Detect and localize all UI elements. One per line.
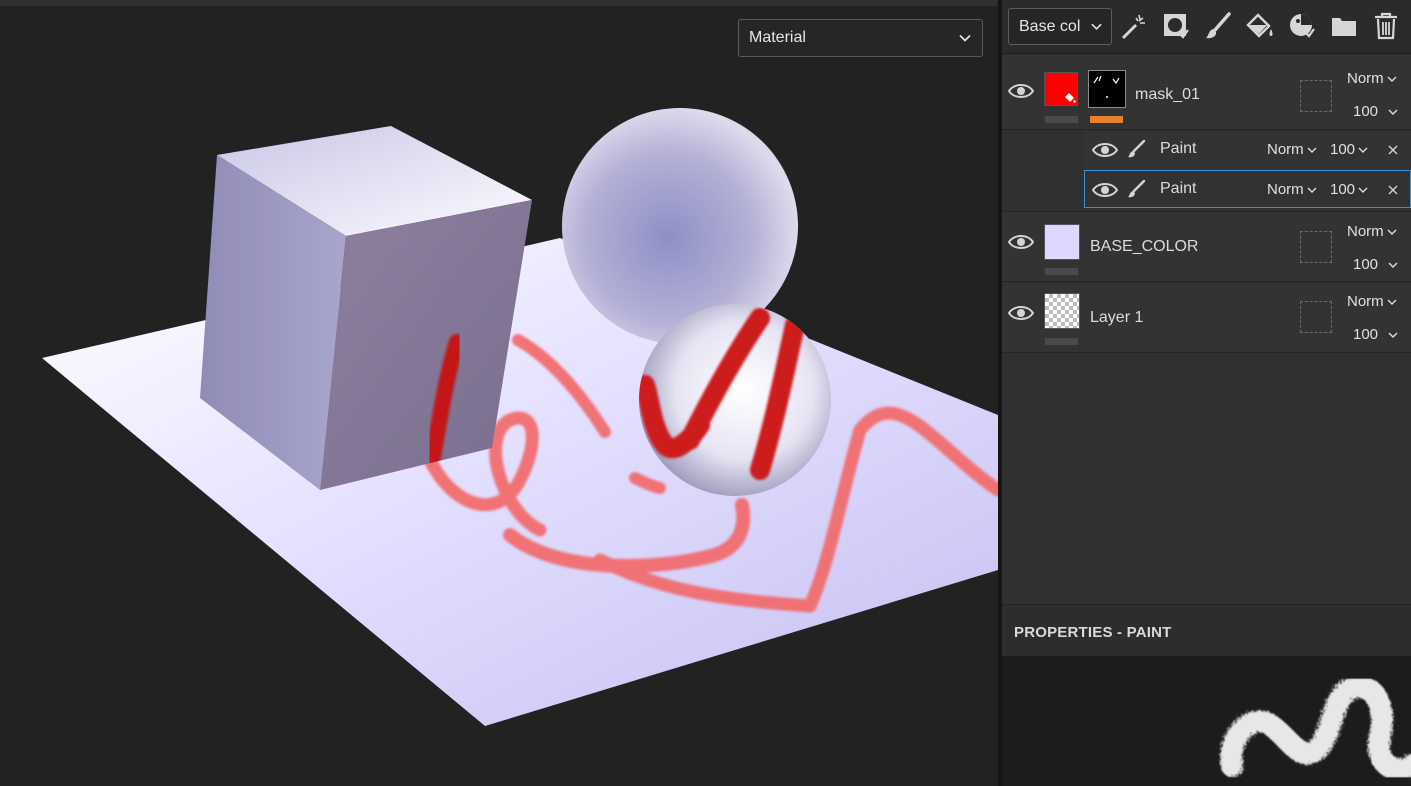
eye-icon[interactable] — [1092, 181, 1118, 199]
thumbnail-underline — [1045, 338, 1078, 345]
eye-icon[interactable] — [1008, 233, 1034, 251]
eye-icon[interactable] — [1008, 304, 1034, 322]
opacity-dropdown[interactable]: 100 — [1353, 256, 1398, 273]
layer-row-base-color[interactable]: BASE_COLOR Norm 100 — [1002, 211, 1411, 282]
trash-icon[interactable] — [1371, 11, 1401, 41]
opacity-value: 100 — [1353, 256, 1379, 273]
blend-mode-value: Norm — [1347, 223, 1384, 240]
layer-name: BASE_COLOR — [1090, 238, 1199, 255]
blend-mode-dropdown[interactable]: Norm — [1347, 70, 1397, 87]
chevron-down-icon — [1388, 109, 1398, 116]
layer-name: mask_01 — [1135, 86, 1200, 103]
properties-header: PROPERTIES - PAINT — [1002, 604, 1411, 656]
blend-mode-dropdown[interactable]: Norm — [1347, 223, 1397, 240]
opacity-value: 100 — [1330, 181, 1356, 198]
mask01-color-thumbnail[interactable] — [1044, 72, 1078, 106]
eye-icon[interactable] — [1092, 141, 1118, 159]
chevron-down-icon — [1358, 147, 1368, 154]
sublayer-paint-2[interactable]: Paint Norm 100 — [1084, 170, 1411, 208]
mask-active-indicator — [1090, 116, 1123, 123]
blend-mode-value: Norm — [1267, 141, 1304, 158]
close-icon[interactable] — [1387, 184, 1399, 196]
opacity-value: 100 — [1353, 326, 1379, 343]
thumbnail-underline — [1045, 268, 1078, 275]
mask-icon[interactable] — [1161, 11, 1191, 41]
brush-stroke-preview — [1002, 656, 1411, 786]
smart-material-icon[interactable] — [1287, 11, 1317, 41]
opacity-dropdown[interactable]: 100 — [1330, 141, 1368, 158]
brush-stroke — [1220, 675, 1411, 781]
sublayer-name: Paint — [1160, 140, 1197, 157]
chevron-down-icon — [1388, 332, 1398, 339]
close-icon[interactable] — [1387, 144, 1399, 156]
3d-scene[interactable] — [0, 0, 998, 786]
layer-row-mask01[interactable]: mask_01 Norm 100 — [1002, 55, 1411, 130]
chevron-down-icon — [1307, 147, 1317, 154]
brush-icon — [1128, 139, 1146, 158]
sublayer-paint-1[interactable]: Paint Norm 100 — [1084, 131, 1411, 169]
brush-icon[interactable] — [1203, 11, 1233, 41]
layer-effect-slot[interactable] — [1300, 301, 1332, 333]
magic-wand-icon[interactable] — [1119, 11, 1149, 41]
blend-mode-value: Norm — [1347, 293, 1384, 310]
chevron-down-icon — [1358, 187, 1368, 194]
chevron-down-icon — [959, 34, 971, 42]
chevron-down-icon — [1387, 229, 1397, 236]
view-mode-dropdown[interactable]: Material — [738, 19, 983, 57]
chevron-down-icon — [1388, 262, 1398, 269]
brush-icon — [1128, 179, 1146, 198]
layers-panel: Base col mask_01 Norm 100 Paint Norm 100… — [1002, 0, 1411, 786]
opacity-value: 100 — [1353, 103, 1379, 120]
mask01-mask-thumbnail[interactable] — [1088, 70, 1126, 108]
layer-effect-slot[interactable] — [1300, 80, 1332, 112]
fill-bucket-icon[interactable] — [1245, 11, 1275, 41]
opacity-value: 100 — [1330, 141, 1356, 158]
channel-value: Base col — [1019, 18, 1081, 35]
fill-bucket-icon — [1065, 93, 1076, 103]
chevron-down-icon — [1091, 23, 1102, 31]
viewport[interactable]: Material — [0, 0, 998, 786]
chevron-down-icon — [1387, 76, 1397, 83]
layer-name: Layer 1 — [1090, 309, 1144, 326]
channel-dropdown[interactable]: Base col — [1008, 8, 1112, 45]
eye-icon[interactable] — [1008, 82, 1034, 100]
view-mode-value: Material — [749, 29, 806, 46]
opacity-dropdown[interactable]: 100 — [1330, 181, 1368, 198]
transparent-thumbnail[interactable] — [1044, 293, 1080, 329]
opacity-dropdown[interactable]: 100 — [1353, 103, 1398, 120]
blend-mode-dropdown[interactable]: Norm — [1347, 293, 1397, 310]
folder-icon[interactable] — [1329, 11, 1359, 41]
blend-mode-value: Norm — [1347, 70, 1384, 87]
sublayer-name: Paint — [1160, 180, 1197, 197]
chevron-down-icon — [1307, 187, 1317, 194]
chevron-down-icon — [1387, 299, 1397, 306]
layers-toolbar: Base col — [1002, 0, 1411, 54]
blend-mode-dropdown[interactable]: Norm — [1267, 181, 1317, 198]
blend-mode-dropdown[interactable]: Norm — [1267, 141, 1317, 158]
base-color-thumbnail[interactable] — [1044, 224, 1080, 260]
blend-mode-value: Norm — [1267, 181, 1304, 198]
layer-row-layer1[interactable]: Layer 1 Norm 100 — [1002, 283, 1411, 353]
layer-effect-slot[interactable] — [1300, 231, 1332, 263]
mask-preview — [1093, 75, 1120, 98]
opacity-dropdown[interactable]: 100 — [1353, 326, 1398, 343]
thumbnail-underline — [1045, 116, 1078, 123]
